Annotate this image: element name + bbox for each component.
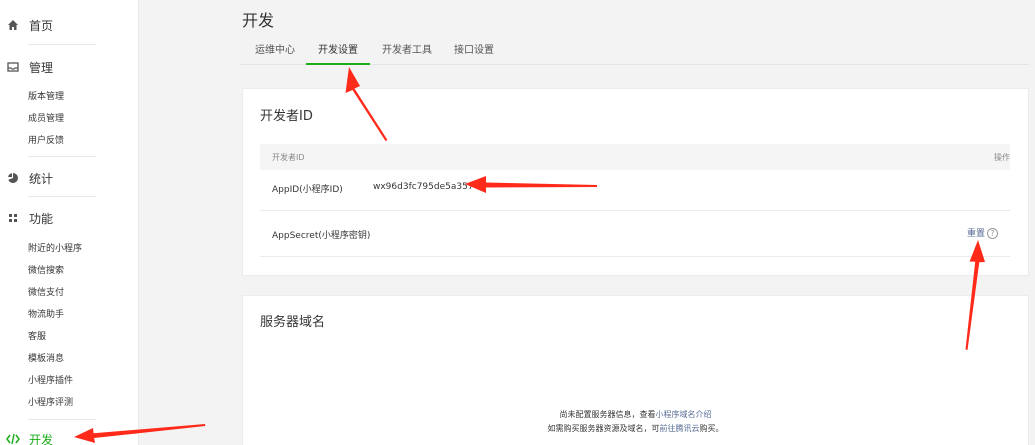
table-row-appid: AppID(小程序ID) wx96d3fc795de5a357 bbox=[260, 165, 1010, 211]
sidebar: 首页 管理 版本管理 成员管理 用户反馈 统计 功能 附近的小程序 微信搜索 微… bbox=[0, 0, 139, 445]
nav-manage[interactable]: 管理 bbox=[6, 57, 53, 77]
nav-develop[interactable]: 开发 bbox=[6, 429, 53, 445]
nav-home-label: 首页 bbox=[29, 18, 54, 33]
server-domain-card: 服务器域名 尚未配置服务器信息，查看小程序域名介绍 如需购买服务器资源及域名，可… bbox=[242, 295, 1029, 445]
appid-value: wx96d3fc795de5a357 bbox=[373, 182, 474, 192]
appid-label: AppID(小程序ID) bbox=[272, 185, 343, 195]
nav-develop-label: 开发 bbox=[29, 432, 54, 445]
table-row-appsecret: AppSecret(小程序密钥) 重置? bbox=[260, 211, 1010, 257]
sidebar-item-search[interactable]: 微信搜索 bbox=[28, 265, 64, 277]
tab-bar: 运维中心 开发设置 开发者工具 接口设置 bbox=[240, 44, 1029, 65]
code-icon bbox=[6, 432, 20, 445]
sidebar-item-plugin[interactable]: 小程序插件 bbox=[28, 375, 73, 387]
inbox-icon bbox=[6, 60, 20, 74]
divider bbox=[28, 44, 96, 45]
sidebar-item-service[interactable]: 客服 bbox=[28, 331, 46, 343]
divider bbox=[28, 419, 96, 420]
nav-stats[interactable]: 统计 bbox=[6, 168, 53, 188]
nav-features[interactable]: 功能 bbox=[6, 208, 53, 228]
divider bbox=[28, 196, 96, 197]
sidebar-item-version[interactable]: 版本管理 bbox=[28, 91, 64, 103]
divider bbox=[28, 156, 96, 157]
domain-intro-link[interactable]: 小程序域名介绍 bbox=[656, 410, 712, 419]
sidebar-item-members[interactable]: 成员管理 bbox=[28, 113, 64, 125]
nav-stats-label: 统计 bbox=[29, 171, 54, 186]
pie-chart-icon bbox=[6, 171, 20, 185]
tencent-cloud-link[interactable]: 前往腾讯云 bbox=[660, 424, 700, 433]
nav-manage-label: 管理 bbox=[29, 60, 54, 75]
sidebar-item-nearby[interactable]: 附近的小程序 bbox=[28, 243, 82, 255]
nav-features-label: 功能 bbox=[29, 211, 54, 226]
hint-text: 尚未配置服务器信息，查看 bbox=[559, 410, 656, 419]
sidebar-item-template[interactable]: 模板消息 bbox=[28, 353, 64, 365]
sidebar-item-feedback[interactable]: 用户反馈 bbox=[28, 135, 64, 147]
developer-id-card: 开发者ID 开发者ID 操作 AppID(小程序ID) wx96d3fc795d… bbox=[242, 88, 1029, 276]
home-icon bbox=[6, 18, 20, 32]
card-title: 服务器域名 bbox=[260, 315, 326, 330]
col-action: 操作 bbox=[994, 153, 1010, 162]
tab-dev-tools[interactable]: 开发者工具 bbox=[381, 44, 433, 65]
empty-hint-line1: 尚未配置服务器信息，查看小程序域名介绍 bbox=[243, 408, 1028, 422]
tab-ops[interactable]: 运维中心 bbox=[254, 44, 296, 65]
main-content: 开发 运维中心 开发设置 开发者工具 接口设置 开发者ID 开发者ID 操作 A… bbox=[240, 0, 1035, 445]
help-icon[interactable]: ? bbox=[987, 228, 998, 239]
sidebar-item-logistics[interactable]: 物流助手 bbox=[28, 309, 64, 321]
appsecret-label: AppSecret(小程序密钥) bbox=[272, 231, 371, 241]
tab-dev-settings[interactable]: 开发设置 bbox=[306, 44, 370, 65]
tab-api-settings[interactable]: 接口设置 bbox=[453, 44, 495, 65]
empty-hint-line2: 如需购买服务器资源及域名，可前往腾讯云购买。 bbox=[243, 422, 1028, 436]
page-title: 开发 bbox=[242, 11, 275, 30]
nav-home[interactable]: 首页 bbox=[6, 15, 53, 35]
hint-text: 如需购买服务器资源及域名，可 bbox=[547, 424, 660, 433]
col-developer-id: 开发者ID bbox=[272, 153, 305, 162]
card-title: 开发者ID bbox=[260, 109, 313, 124]
reset-link[interactable]: 重置 bbox=[967, 229, 985, 239]
reset-action: 重置? bbox=[967, 226, 998, 239]
grid-icon bbox=[6, 211, 20, 225]
sidebar-item-pay[interactable]: 微信支付 bbox=[28, 287, 64, 299]
sidebar-item-review[interactable]: 小程序评测 bbox=[28, 397, 73, 409]
hint-text: 购买。 bbox=[699, 424, 724, 433]
